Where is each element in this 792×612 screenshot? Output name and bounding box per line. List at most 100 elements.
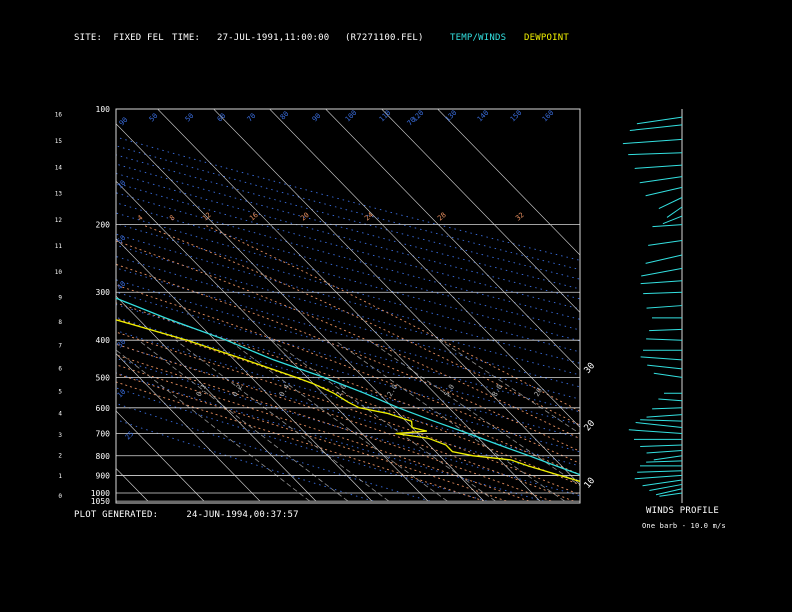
dry-adiabat-line <box>116 255 580 388</box>
skew-t-chart: 1002003004005006007008009001000105001234… <box>0 105 683 506</box>
height-tick-label: 7 <box>58 343 62 350</box>
dry-adiabat-label: 50 <box>184 112 196 124</box>
isotherm-line <box>116 467 149 502</box>
height-tick-label: 10 <box>55 269 63 276</box>
mixing-ratio-line <box>228 339 448 502</box>
dry-adiabat-line <box>116 154 580 280</box>
wind-barb <box>648 239 683 246</box>
wind-barb <box>641 267 683 277</box>
height-tick-label: 3 <box>58 432 62 439</box>
wind-barb <box>649 328 683 332</box>
dry-adiabat-line <box>116 145 580 271</box>
dry-adiabat-line <box>116 267 580 400</box>
wind-barb <box>640 444 683 447</box>
plot-frame-rect <box>115 108 581 504</box>
mixing-ratio-line <box>334 339 565 502</box>
temperature-tick-label-right: 20 <box>583 419 598 434</box>
dry-adiabat-line <box>116 343 580 482</box>
mixing-ratio-lines <box>116 339 580 502</box>
height-tick-label: 5 <box>58 388 62 395</box>
pressure-tick-label: 500 <box>96 373 111 382</box>
isotherm-line <box>116 180 429 502</box>
wind-barb <box>652 407 683 410</box>
dry-adiabat-line <box>116 172 580 300</box>
wind-barb <box>628 429 683 435</box>
wind-barb <box>647 364 683 370</box>
isotherm-line <box>116 410 205 502</box>
moist-adiabat-line <box>141 224 580 426</box>
moist-adiabat-label: 16 <box>248 211 260 223</box>
wind-barb <box>640 280 683 285</box>
wind-barb <box>662 215 683 225</box>
dry-adiabat-label: 150 <box>509 109 524 124</box>
wind-barb <box>640 356 683 361</box>
wind-barb <box>646 305 683 309</box>
mixing-ratio-label: 2.0 <box>386 383 399 398</box>
dry-adiabat-label: 110 <box>378 109 393 124</box>
dry-adiabat-label: 40 <box>116 280 128 292</box>
height-tick-label: 6 <box>58 366 62 373</box>
wind-barb <box>653 455 683 461</box>
height-tick-label: 0 <box>58 493 62 500</box>
isotherm-line <box>157 109 541 502</box>
plot-generated-label: PLOT GENERATED: 24-JUN-1994,00:37:57 <box>74 510 299 520</box>
dry-adiabat-line <box>116 372 544 502</box>
isotherm-line <box>269 109 580 428</box>
moist-adiabat-label: 24 <box>363 211 375 223</box>
wind-barb <box>629 124 683 131</box>
isotherm-line <box>0 109 36 501</box>
height-tick-label: 14 <box>55 164 63 171</box>
isobars <box>116 108 580 502</box>
pressure-tick-label: 900 <box>96 471 111 480</box>
pressure-tick-label: 300 <box>96 288 111 297</box>
wind-barb <box>652 224 683 228</box>
pressure-tick-label: 700 <box>96 430 111 439</box>
isotherm-line <box>0 109 92 501</box>
wind-barb <box>645 254 683 264</box>
dry-adiabat-line <box>116 233 580 364</box>
wind-barb <box>639 176 683 184</box>
wind-barb <box>635 421 683 428</box>
moist-adiabat-label: 20 <box>299 211 311 223</box>
pressure-tick-label: 1050 <box>91 497 110 506</box>
isotherms <box>0 109 580 502</box>
pressure-tick-label: 600 <box>96 404 111 413</box>
moist-adiabat-line <box>116 240 580 440</box>
wind-barb <box>645 186 683 197</box>
mixing-ratio-label: 0.1 <box>195 383 208 398</box>
wind-barb <box>628 152 683 156</box>
dry-adiabat-label: 90 <box>118 116 130 128</box>
wind-barb <box>643 291 683 295</box>
mixing-ratio-label: 8.0 <box>491 383 504 398</box>
winds-profile-note: One barb - 10.0 m/s <box>642 522 726 530</box>
moist-adiabat-label: 32 <box>514 211 526 223</box>
height-tick-label: 12 <box>55 217 63 224</box>
winds-profile-title: WINDS PROFILE <box>646 506 720 516</box>
dry-adiabat-label: 70 <box>246 112 258 124</box>
dry-adiabat-label: 160 <box>541 109 556 124</box>
dry-adiabat-label: 140 <box>476 109 491 124</box>
plot-frame <box>115 108 581 504</box>
dry-adiabat-label: 25 <box>124 430 136 442</box>
wind-barb <box>653 372 683 378</box>
wind-barb <box>658 398 683 402</box>
moist-adiabat-line <box>116 364 529 502</box>
wind-barb <box>658 197 683 209</box>
wind-barb <box>646 460 683 463</box>
height-tick-label: 8 <box>58 319 62 326</box>
pressure-tick-label: 200 <box>96 221 111 230</box>
temperature-tick-label-right: 10 <box>583 476 598 491</box>
dry-adiabat-label: 10 <box>116 179 128 191</box>
moist-adiabat-label: 8 <box>168 214 176 223</box>
wind-barb <box>640 419 683 422</box>
dry-adiabat-label: 50 <box>116 234 128 246</box>
wind-barb <box>637 470 683 473</box>
pressure-tick-label: 100 <box>96 105 111 114</box>
wind-barb <box>646 414 683 418</box>
mixing-ratio-line <box>138 339 349 502</box>
height-tick-label: 1 <box>58 473 62 480</box>
isotherm-line <box>116 123 485 502</box>
dry-adiabat-label: 130 <box>444 109 459 124</box>
wind-barb <box>634 164 683 169</box>
dry-adiabat-label: 80 <box>279 110 291 122</box>
